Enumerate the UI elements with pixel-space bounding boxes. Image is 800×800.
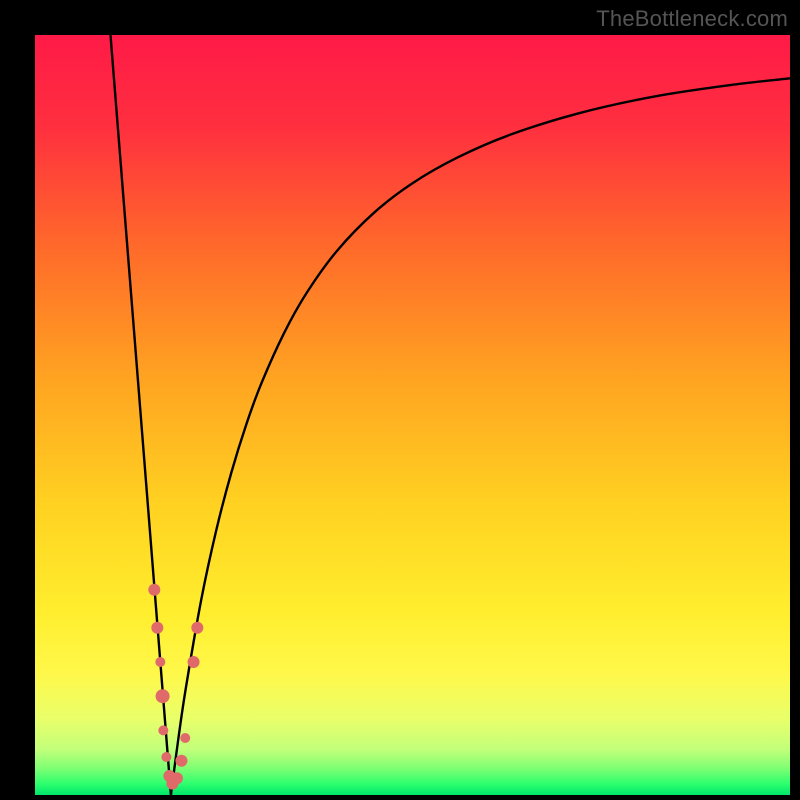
data-point-marker bbox=[180, 733, 190, 743]
chart-frame: TheBottleneck.com bbox=[0, 0, 800, 800]
gradient-background bbox=[35, 35, 790, 795]
data-point-marker bbox=[161, 752, 171, 762]
watermark-text: TheBottleneck.com bbox=[596, 6, 788, 32]
data-point-marker bbox=[151, 622, 163, 634]
data-point-marker bbox=[175, 755, 187, 767]
data-point-marker bbox=[148, 584, 160, 596]
data-point-marker bbox=[156, 689, 170, 703]
data-point-marker bbox=[158, 725, 168, 735]
plot-area-wrapper bbox=[35, 35, 790, 795]
data-point-marker bbox=[171, 772, 183, 784]
data-point-marker bbox=[155, 657, 165, 667]
data-point-marker bbox=[188, 656, 200, 668]
data-point-marker bbox=[191, 622, 203, 634]
bottleneck-chart bbox=[35, 35, 790, 795]
